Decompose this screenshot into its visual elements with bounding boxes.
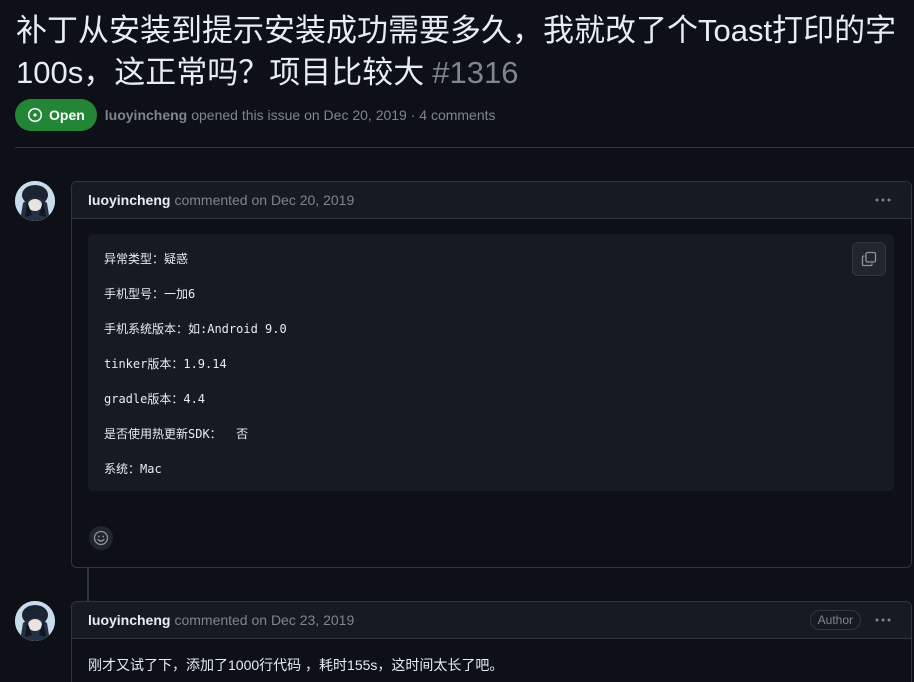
issue-meta: Open luoyincheng opened this issue on De… [15,99,496,131]
timeline-connector [87,566,89,602]
comment-timestamp[interactable]: commented on Dec 23, 2019 [174,612,354,628]
code-block: 异常类型：疑惑 手机型号：一加6 手机系统版本：如:Android 9.0 ti… [88,234,894,491]
issue-author-link[interactable]: luoyincheng [105,107,187,123]
issue-title-line-2: 100s，这正常吗？项目比较大 #1316 [16,52,914,94]
code-line: 手机型号：一加6 [104,287,196,301]
comment-options-button[interactable] [873,191,893,209]
kebab-horizontal-icon [875,198,891,202]
code-line: gradle版本：4.4 [104,392,206,406]
comment-author-link[interactable]: luoyincheng [88,612,170,628]
comment-header: luoyincheng commented on Dec 20, 2019 [72,182,911,219]
comment-options-button[interactable] [873,611,893,629]
code-line: 是否使用热更新SDK： 否 [104,427,249,441]
copy-button[interactable] [852,242,886,276]
comment-card: luoyincheng commented on Dec 23, 2019 Au… [71,601,912,682]
issue-title-line-1: 补丁从安装到提示安装成功需要多久，我就改了个Toast打印的字 [16,13,897,48]
author-badge: Author [809,610,861,630]
comment-timestamp[interactable]: commented on Dec 20, 2019 [174,192,354,208]
header-divider [15,147,914,148]
copy-icon [861,251,877,267]
issue-state-badge: Open [15,99,97,131]
smiley-icon [93,530,109,546]
add-reaction-button[interactable] [89,526,113,550]
issue-state-label: Open [49,107,85,123]
code-line: tinker版本：1.9.14 [104,357,227,371]
kebab-horizontal-icon [875,618,891,622]
comment-card: luoyincheng commented on Dec 20, 2019 异常… [71,181,912,568]
issue-title: 补丁从安装到提示安装成功需要多久，我就改了个Toast打印的字 100s，这正常… [16,10,914,94]
comment-header: luoyincheng commented on Dec 23, 2019 Au… [72,602,911,639]
code-line: 手机系统版本：如:Android 9.0 [104,322,287,336]
issue-opened-icon [27,107,43,123]
avatar[interactable] [15,181,55,221]
issue-page: 补丁从安装到提示安装成功需要多久，我就改了个Toast打印的字 100s，这正常… [0,0,914,682]
code-line: 异常类型：疑惑 [104,252,189,266]
code-line: 系统：Mac [104,462,162,476]
issue-title-text-2: 100s，这正常吗？项目比较大 [16,55,425,90]
avatar[interactable] [15,601,55,641]
comment-body: 刚才又试了下，添加了1000行代码 ，耗时155s，这时间太长了吧。 [88,657,504,673]
issue-opened-text: opened this issue on Dec 20, 2019 · 4 co… [191,107,496,123]
comment-author-link[interactable]: luoyincheng [88,192,170,208]
issue-number: #1316 [432,55,519,90]
